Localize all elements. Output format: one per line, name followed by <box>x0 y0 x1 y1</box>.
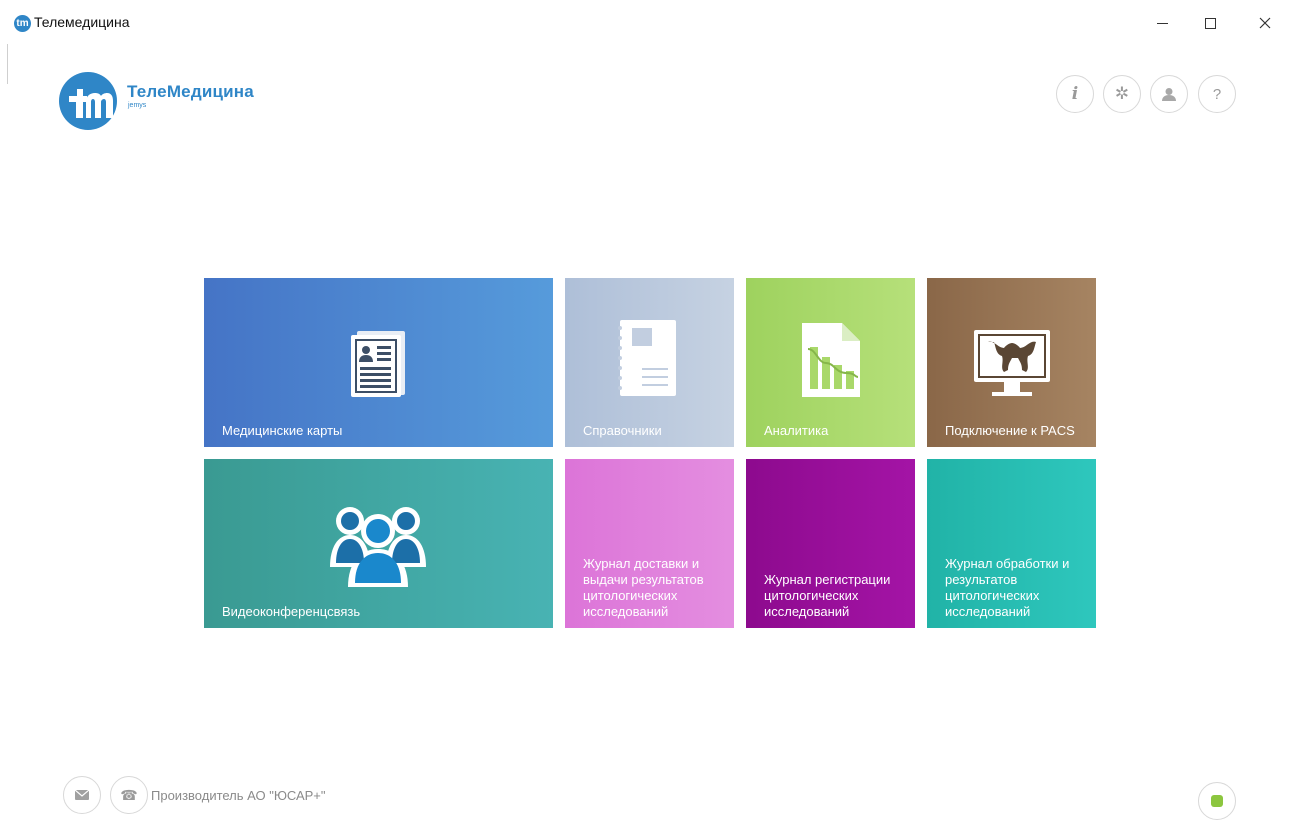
phone-icon: ☎ <box>120 786 138 803</box>
tile-label: Аналитика <box>764 423 829 438</box>
database-status-button[interactable] <box>1198 782 1236 820</box>
user-icon <box>1162 88 1176 101</box>
window-titlebar: tm Телемедицина <box>0 0 1298 44</box>
help-button[interactable]: ? <box>1198 75 1236 113</box>
window-title: Телемедицина <box>34 14 130 30</box>
tile-pacs[interactable]: Подключение к PACS <box>927 278 1096 447</box>
info-icon: i <box>1071 84 1079 104</box>
user-button[interactable] <box>1150 75 1188 113</box>
reference-book-icon <box>618 320 676 396</box>
tile-medical-cards[interactable]: Медицинские карты <box>204 278 553 447</box>
app-icon: tm <box>14 15 31 32</box>
tile-label: Журнал обработки и результатов цитологич… <box>945 556 1070 619</box>
info-button[interactable]: i <box>1056 75 1094 113</box>
mail-button[interactable] <box>63 776 101 814</box>
logo-subtitle: jemys <box>128 102 147 109</box>
tile-reference-books[interactable]: Справочники <box>565 278 734 447</box>
maximize-button[interactable] <box>1187 8 1233 38</box>
minimize-icon <box>1156 22 1168 24</box>
video-conference-icon <box>330 507 426 587</box>
gear-icon: ✲ <box>1114 84 1130 103</box>
tile-processing-journal[interactable]: Журнал обработки и результатов цитологич… <box>927 459 1096 628</box>
tile-label: Справочники <box>583 423 662 438</box>
tile-label: Журнал доставки и выдачи результатов цит… <box>583 556 704 619</box>
tile-label: Видеоконференцсвязь <box>222 604 361 619</box>
window-edge <box>7 44 8 84</box>
tile-analytics[interactable]: Аналитика <box>746 278 915 447</box>
mail-icon <box>75 790 89 800</box>
maximize-icon <box>1204 17 1216 29</box>
close-icon <box>1259 17 1271 29</box>
tile-registration-journal[interactable]: Журнал регистрации цитологических исслед… <box>746 459 915 628</box>
minimize-button[interactable] <box>1139 8 1185 38</box>
tile-label: Медицинские карты <box>222 423 343 438</box>
help-icon: ? <box>1212 85 1222 103</box>
tile-delivery-journal[interactable]: Журнал доставки и выдачи результатов цит… <box>565 459 734 628</box>
pacs-monitor-icon <box>974 330 1050 396</box>
medical-card-icon <box>351 331 405 397</box>
tile-label: Журнал регистрации цитологических исслед… <box>764 572 891 619</box>
close-button[interactable] <box>1242 8 1288 38</box>
logo-name: ТелеМедицина <box>127 82 254 101</box>
database-status-icon <box>1211 795 1223 807</box>
manufacturer-text: Производитель АО "ЮСАР+" <box>151 788 326 803</box>
phone-button[interactable]: ☎ <box>110 776 148 814</box>
analytics-chart-icon <box>802 323 860 397</box>
tile-label: Подключение к PACS <box>945 423 1075 438</box>
tile-video-conference[interactable]: Видеоконференцсвязь <box>204 459 553 628</box>
logo-mark <box>59 72 117 130</box>
settings-button[interactable]: ✲ <box>1103 75 1141 113</box>
